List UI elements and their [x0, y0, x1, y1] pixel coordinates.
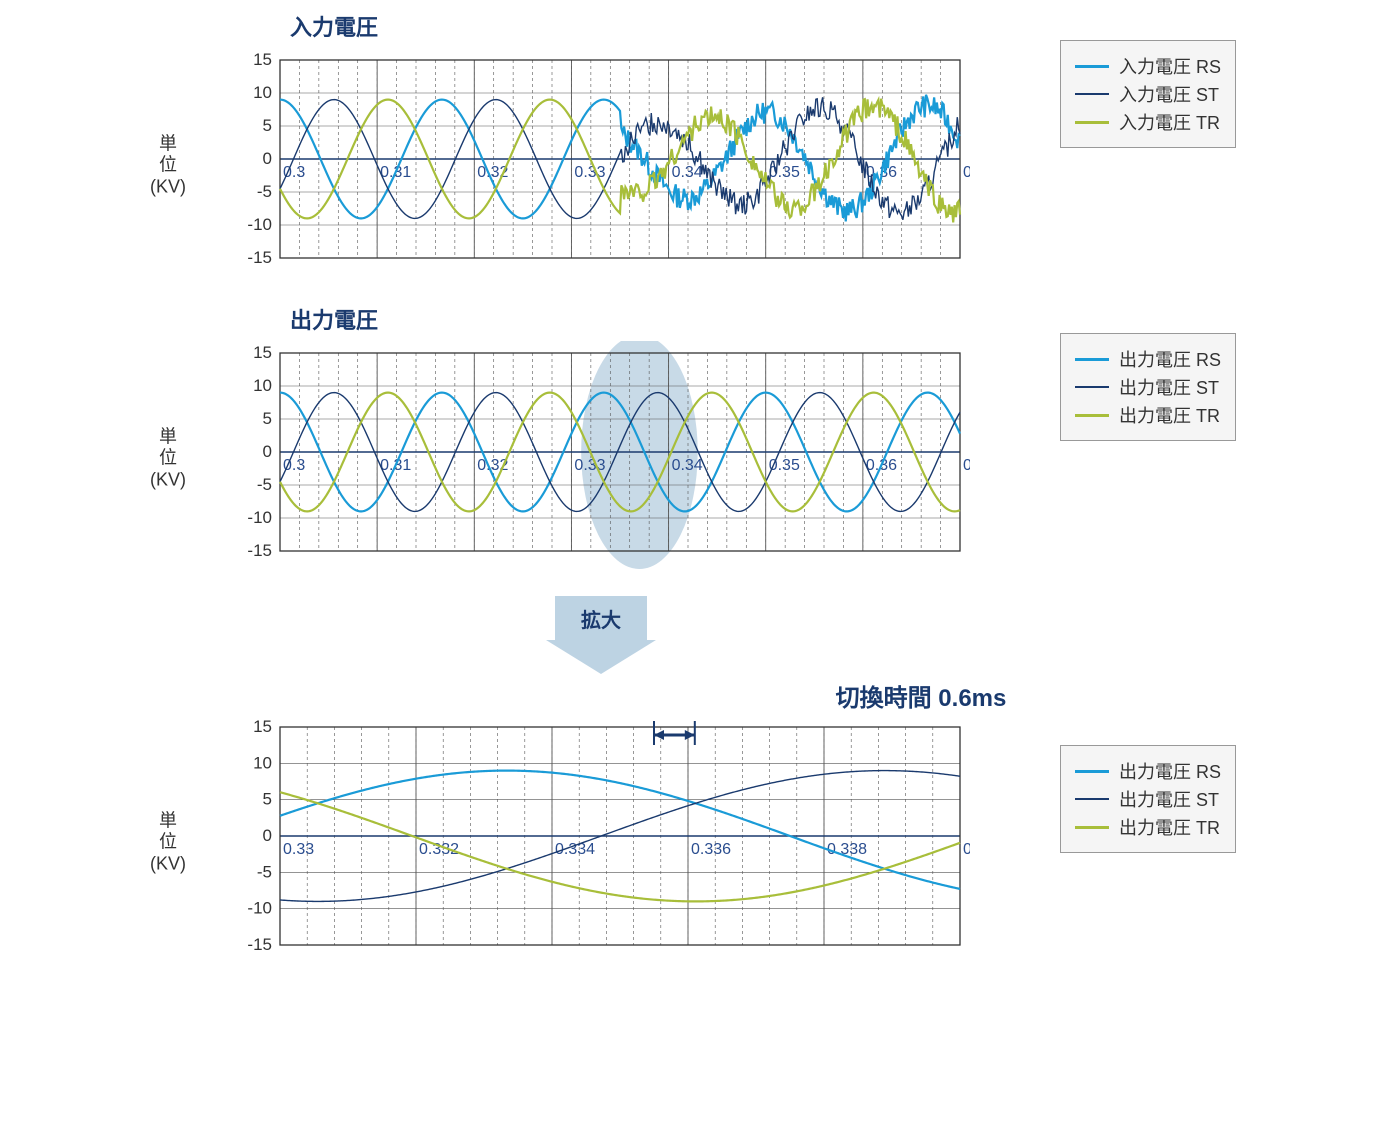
svg-text:-5: -5 — [257, 862, 272, 881]
legend-item: 入力電圧 TR — [1075, 109, 1221, 135]
svg-text:-10: -10 — [247, 508, 272, 527]
svg-text:-15: -15 — [247, 935, 272, 954]
svg-text:5: 5 — [263, 790, 272, 809]
legend-swatch-st — [1075, 93, 1109, 95]
svg-text:0.3: 0.3 — [283, 457, 305, 474]
svg-text:0.33: 0.33 — [283, 841, 314, 858]
legend-item: 出力電圧 ST — [1075, 374, 1221, 400]
svg-text:0.34: 0.34 — [963, 841, 970, 858]
legend-swatch-rs — [1075, 770, 1109, 773]
chart-title: 出力電圧 — [290, 303, 970, 335]
output-legend: 出力電圧 RS 出力電圧 ST 出力電圧 TR — [1060, 333, 1236, 441]
input-legend: 入力電圧 RS 入力電圧 ST 入力電圧 TR — [1060, 40, 1236, 148]
legend-swatch-rs — [1075, 358, 1109, 361]
legend-swatch-rs — [1075, 65, 1109, 68]
legend-item: 出力電圧 RS — [1075, 758, 1221, 784]
svg-text:0: 0 — [263, 149, 272, 168]
input-voltage-chart: 入力電圧 単位(KV) -15-10-50510150.30.310.320.3… — [210, 10, 970, 283]
svg-text:-10: -10 — [247, 215, 272, 234]
svg-text:0.334: 0.334 — [555, 841, 595, 858]
y-axis-label: 単位(KV) — [150, 426, 186, 491]
svg-text:10: 10 — [253, 83, 272, 102]
svg-text:15: 15 — [253, 50, 272, 69]
output-voltage-chart: 出力電圧 単位(KV) -15-10-50510150.30.310.320.3… — [210, 303, 970, 576]
svg-text:0.34: 0.34 — [672, 457, 703, 474]
legend-item: 入力電圧 RS — [1075, 53, 1221, 79]
output-zoom-plot: -15-10-50510150.330.3320.3340.3360.3380.… — [210, 715, 970, 965]
svg-text:10: 10 — [253, 376, 272, 395]
svg-text:0.33: 0.33 — [574, 457, 605, 474]
legend-swatch-st — [1075, 798, 1109, 800]
svg-text:-15: -15 — [247, 541, 272, 560]
svg-text:-15: -15 — [247, 248, 272, 267]
svg-text:10: 10 — [253, 753, 272, 772]
y-axis-label: 単位(KV) — [150, 810, 186, 875]
zoom-arrow: 拡大 — [555, 596, 647, 674]
legend-swatch-st — [1075, 386, 1109, 388]
legend-swatch-tr — [1075, 121, 1109, 124]
zoom-legend: 出力電圧 RS 出力電圧 ST 出力電圧 TR — [1060, 745, 1236, 853]
legend-swatch-tr — [1075, 826, 1109, 829]
output-zoom-chart: 単位(KV) -15-10-50510150.330.3320.3340.336… — [210, 715, 970, 970]
svg-text:0.336: 0.336 — [691, 841, 731, 858]
svg-text:0.3: 0.3 — [283, 164, 305, 181]
legend-item: 入力電圧 ST — [1075, 81, 1221, 107]
svg-text:5: 5 — [263, 116, 272, 135]
chart-title: 入力電圧 — [290, 10, 970, 42]
y-axis-label: 単位(KV) — [150, 133, 186, 198]
svg-text:15: 15 — [253, 717, 272, 736]
svg-text:0.332: 0.332 — [419, 841, 459, 858]
svg-text:0.33: 0.33 — [574, 164, 605, 181]
svg-text:15: 15 — [253, 343, 272, 362]
svg-text:-5: -5 — [257, 475, 272, 494]
legend-item: 出力電圧 TR — [1075, 814, 1221, 840]
output-voltage-plot: -15-10-50510150.30.310.320.330.340.350.3… — [210, 341, 970, 571]
svg-text:-5: -5 — [257, 182, 272, 201]
zoom-label: 拡大 — [555, 596, 647, 640]
svg-text:0: 0 — [263, 826, 272, 845]
input-voltage-plot: -15-10-50510150.30.310.320.330.340.350.3… — [210, 48, 970, 278]
legend-item: 出力電圧 TR — [1075, 402, 1221, 428]
svg-text:0.34: 0.34 — [672, 164, 703, 181]
svg-text:0: 0 — [263, 442, 272, 461]
switch-time-annotation: 切換時間 0.6ms — [460, 678, 1382, 713]
legend-swatch-tr — [1075, 414, 1109, 417]
input-voltage-row: 入力電圧 単位(KV) -15-10-50510150.30.310.320.3… — [10, 10, 1382, 283]
output-voltage-row: 出力電圧 単位(KV) -15-10-50510150.30.310.320.3… — [10, 303, 1382, 576]
svg-text:0.37: 0.37 — [963, 457, 970, 474]
arrow-down-icon — [546, 640, 656, 674]
svg-text:0.35: 0.35 — [769, 164, 800, 181]
legend-item: 出力電圧 RS — [1075, 346, 1221, 372]
legend-item: 出力電圧 ST — [1075, 786, 1221, 812]
svg-text:-10: -10 — [247, 899, 272, 918]
svg-text:5: 5 — [263, 409, 272, 428]
output-zoom-row: 単位(KV) -15 -10 -5 0 5 10 15 0.33 0.332 0.334 0.336… — [10, 715, 1382, 970]
svg-text:0.37: 0.37 — [963, 164, 970, 181]
